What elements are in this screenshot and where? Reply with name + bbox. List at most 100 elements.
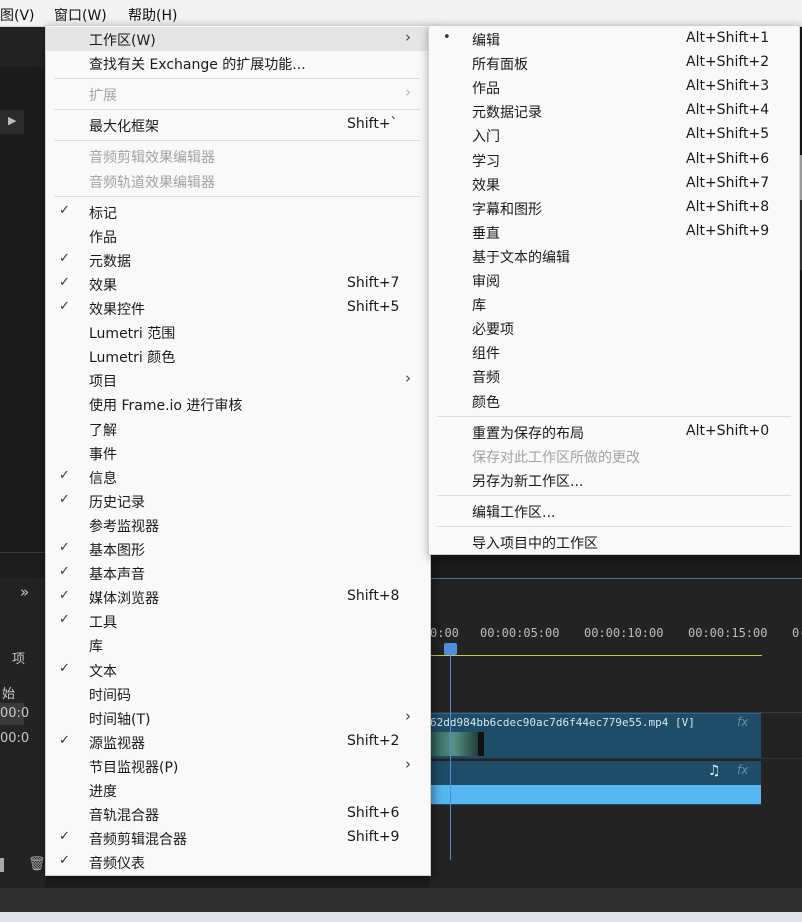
menu-item-label: 最大化框架 bbox=[89, 119, 159, 136]
taskbar-edge bbox=[0, 912, 802, 922]
workspace-item-8[interactable]: 垂直 Alt+Shift+9 bbox=[429, 220, 799, 244]
workspace-item-14[interactable]: 音频 bbox=[429, 364, 799, 388]
workspace-item-12[interactable]: 必要项 bbox=[429, 316, 799, 340]
menu-item-label: 工具 bbox=[89, 615, 117, 632]
window-menu-item-24[interactable]: ✓ 基本图形 bbox=[46, 537, 430, 561]
workspace-item-label: 组件 bbox=[472, 346, 500, 363]
window-menu-item-20[interactable]: 事件 bbox=[46, 441, 430, 465]
menu-separator bbox=[54, 140, 420, 142]
window-menu-item-28[interactable]: 库 bbox=[46, 633, 430, 657]
workspace-item-5[interactable]: 学习 Alt+Shift+6 bbox=[429, 148, 799, 172]
window-menu-item-23[interactable]: 参考监视器 bbox=[46, 513, 430, 537]
window-menu-item-13[interactable]: ✓ 效果 Shift+7 bbox=[46, 272, 430, 296]
window-menu-item-15-lumetri[interactable]: Lumetri 范围 bbox=[46, 320, 430, 344]
workspace-item-4[interactable]: 入门 Alt+Shift+5 bbox=[429, 123, 799, 147]
window-menu: 工作区(W) › 查找有关 Exchange 的扩展功能... 扩展 › 最大化框架 Shi… bbox=[45, 25, 431, 876]
window-menu-item-0-w[interactable]: 工作区(W) › bbox=[46, 27, 430, 51]
workspace-item-21[interactable]: 编辑工作区... bbox=[429, 499, 799, 523]
check-icon: ✓ bbox=[59, 829, 70, 845]
window-menu-item-32[interactable]: ✓ 源监视器 Shift+2 bbox=[46, 730, 430, 754]
window-menu-item-36[interactable]: ✓ 音频剪辑混合器 Shift+9 bbox=[46, 826, 430, 850]
workspace-item-7[interactable]: 字幕和图形 Alt+Shift+8 bbox=[429, 196, 799, 220]
menu-separator bbox=[54, 109, 420, 111]
workspace-item-label: 重置为保存的布局 bbox=[472, 425, 584, 442]
menu-view[interactable]: 图(V) bbox=[0, 5, 35, 25]
workspace-item-9[interactable]: 基于文本的编辑 bbox=[429, 244, 799, 268]
timecode-cell: 00:0 bbox=[0, 703, 29, 725]
panel-play-button[interactable]: ▶ bbox=[0, 110, 24, 134]
workspace-item-label: 字幕和图形 bbox=[472, 201, 542, 218]
trash-icon[interactable]: 🗑 bbox=[28, 856, 46, 872]
check-icon: ✓ bbox=[59, 299, 70, 314]
window-menu-item-30[interactable]: 时间码 bbox=[46, 682, 430, 706]
window-menu-item-33-p[interactable]: 节目监视器(P) › bbox=[46, 754, 430, 778]
workspace-item-10[interactable]: 审阅 bbox=[429, 268, 799, 292]
workspace-item-label: 垂直 bbox=[472, 225, 500, 242]
menu-item-shortcut: Shift+8 bbox=[347, 588, 400, 605]
workspace-item-2[interactable]: 作品 Alt+Shift+3 bbox=[429, 75, 799, 99]
menu-item-label: 源监视器 bbox=[89, 735, 145, 752]
workspace-item-17[interactable]: 重置为保存的布局 Alt+Shift+0 bbox=[429, 420, 799, 444]
window-menu-item-22[interactable]: ✓ 历史记录 bbox=[46, 489, 430, 513]
window-menu-item-5[interactable]: 最大化框架 Shift+` bbox=[46, 113, 430, 137]
menu-separator bbox=[54, 195, 420, 197]
window-menu-item-3: 扩展 › bbox=[46, 82, 430, 106]
window-menu-item-10[interactable]: ✓ 标记 bbox=[46, 200, 430, 224]
expand-panels-icon[interactable]: » bbox=[20, 583, 29, 601]
window-menu-item-35[interactable]: 音轨混合器 Shift+6 bbox=[46, 802, 430, 826]
workspace-item-shortcut: Alt+Shift+4 bbox=[686, 102, 770, 119]
playhead-line bbox=[450, 648, 451, 860]
menu-help[interactable]: 帮助(H) bbox=[128, 5, 177, 25]
menu-separator bbox=[54, 78, 420, 80]
menu-item-label: 音频轨道效果编辑器 bbox=[89, 174, 215, 191]
menu-window[interactable]: 窗口(W) bbox=[54, 5, 107, 25]
window-menu-item-17[interactable]: 项目 › bbox=[46, 368, 430, 392]
window-menu-item-18-frame-io[interactable]: 使用 Frame.io 进行审核 bbox=[46, 392, 430, 416]
workspace-item-15[interactable]: 颜色 bbox=[429, 389, 799, 413]
workspace-item-1[interactable]: 所有面板 Alt+Shift+2 bbox=[429, 51, 799, 75]
menu-item-label: 音频剪辑混合器 bbox=[89, 832, 187, 849]
panel-edge-icon bbox=[0, 858, 4, 872]
menu-separator bbox=[437, 526, 791, 527]
window-menu-item-29[interactable]: ✓ 文本 bbox=[46, 658, 430, 682]
workspace-item-label: 另存为新工作区... bbox=[472, 473, 584, 490]
workspace-item-13[interactable]: 组件 bbox=[429, 340, 799, 364]
workspace-item-11[interactable]: 库 bbox=[429, 292, 799, 316]
timecode-cell-2: 00:0 bbox=[0, 731, 30, 746]
window-menu-item-21[interactable]: ✓ 信息 bbox=[46, 465, 430, 489]
submenu-arrow-icon: › bbox=[405, 83, 411, 102]
column-label-item: 项 bbox=[12, 652, 26, 667]
workspace-item-6[interactable]: 效果 Alt+Shift+7 bbox=[429, 172, 799, 196]
fx-badge-video: fx bbox=[737, 715, 749, 729]
playhead-handle[interactable] bbox=[444, 643, 457, 655]
check-icon: ✓ bbox=[59, 250, 70, 266]
menu-item-label: 时间轴(T) bbox=[89, 711, 151, 728]
video-clip-name: 62dd984bb6cdec90ac7d6f44ec779e55.mp4 [V] bbox=[430, 716, 695, 729]
window-menu-item-37[interactable]: ✓ 音频仪表 bbox=[46, 850, 430, 874]
workspace-item-label: 音频 bbox=[472, 370, 500, 387]
check-icon: ✓ bbox=[59, 853, 70, 869]
window-menu-item-31-t[interactable]: 时间轴(T) › bbox=[46, 706, 430, 730]
workspace-item-19[interactable]: 另存为新工作区... bbox=[429, 468, 799, 492]
window-menu-item-27[interactable]: ✓ 工具 bbox=[46, 609, 430, 633]
menu-item-label: 历史记录 bbox=[89, 494, 145, 511]
window-menu-item-12[interactable]: ✓ 元数据 bbox=[46, 248, 430, 272]
window-menu-item-34[interactable]: 进度 bbox=[46, 778, 430, 802]
workspace-item-3[interactable]: 元数据记录 Alt+Shift+4 bbox=[429, 99, 799, 123]
window-menu-item-16-lumetri[interactable]: Lumetri 颜色 bbox=[46, 344, 430, 368]
window-menu-item-11[interactable]: 作品 bbox=[46, 224, 430, 248]
menu-item-label: 音频剪辑效果编辑器 bbox=[89, 150, 215, 167]
window-menu-item-19[interactable]: 了解 bbox=[46, 417, 430, 441]
menu-item-label: 工作区(W) bbox=[89, 33, 156, 49]
work-area-bar[interactable] bbox=[430, 655, 762, 656]
workspace-item-0[interactable]: • 编辑 Alt+Shift+1 bbox=[429, 27, 799, 51]
workspace-item-label: 入门 bbox=[472, 129, 500, 146]
window-menu-item-14[interactable]: ✓ 效果控件 Shift+5 bbox=[46, 296, 430, 320]
window-menu-item-26[interactable]: ✓ 媒体浏览器 Shift+8 bbox=[46, 585, 430, 609]
window-menu-item-25[interactable]: ✓ 基本声音 bbox=[46, 561, 430, 585]
window-menu-item-1-exchange[interactable]: 查找有关 Exchange 的扩展功能... bbox=[46, 51, 430, 75]
check-icon: ✓ bbox=[59, 612, 70, 628]
workspace-item-label: 审阅 bbox=[472, 274, 500, 290]
menu-item-shortcut: Shift+9 bbox=[347, 829, 400, 846]
workspace-item-23[interactable]: 导入项目中的工作区 bbox=[429, 530, 799, 554]
